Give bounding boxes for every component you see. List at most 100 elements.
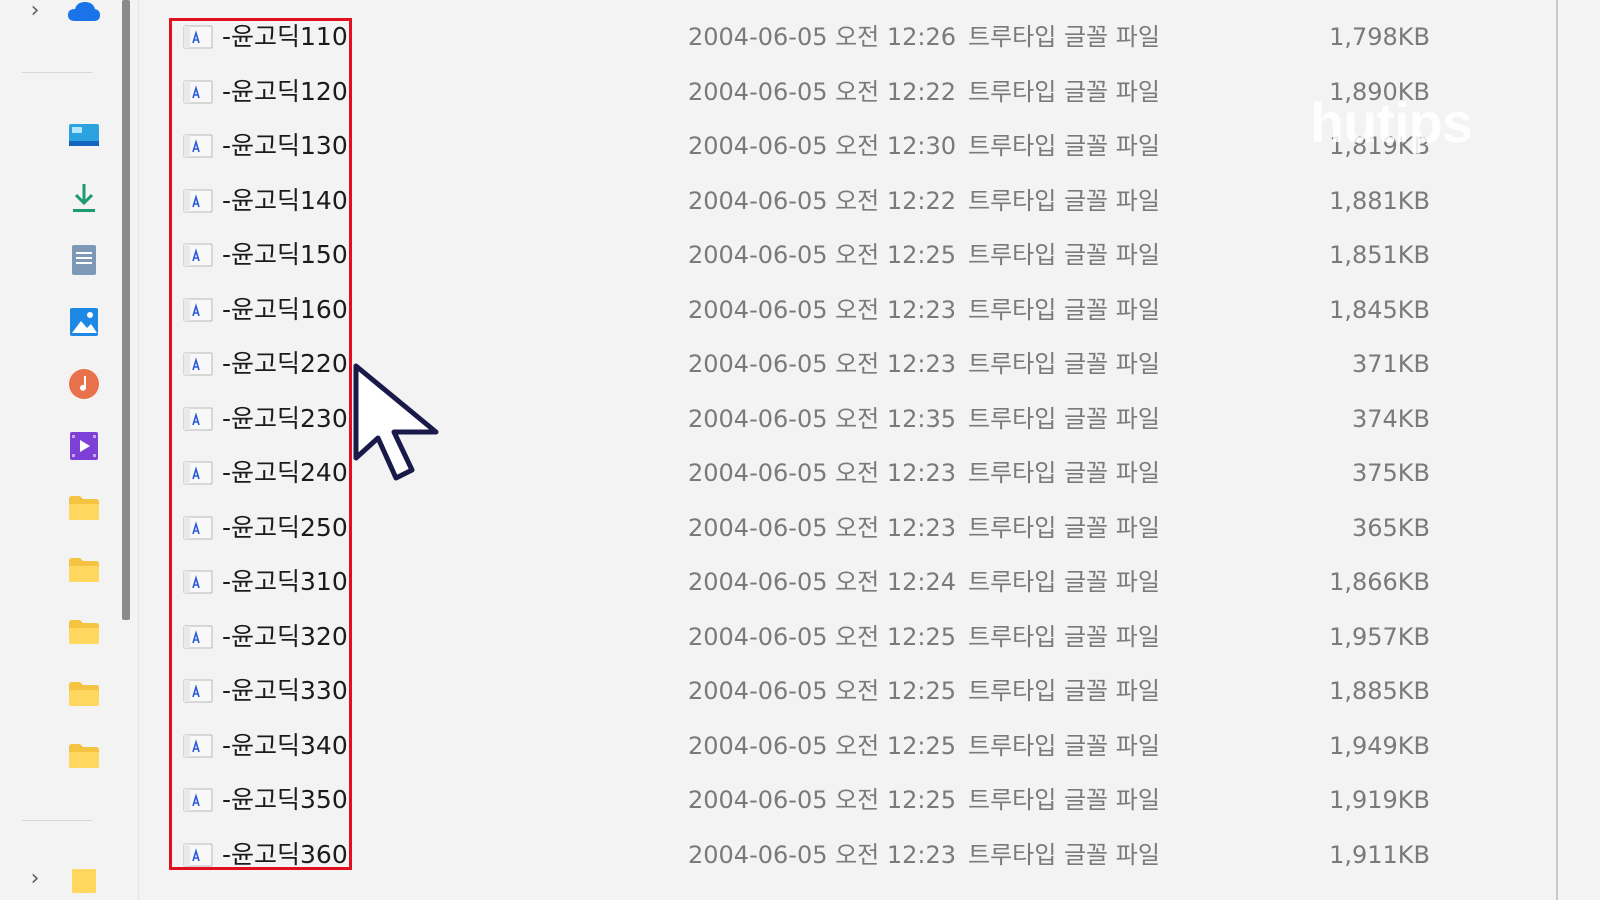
- file-row[interactable]: -윤고딕140 2004-06-05 오전 12:22 트루타입 글꼴 파일 1,88…: [140, 175, 1560, 227]
- file-size: 374KB: [1351, 404, 1430, 433]
- file-name: -윤고딕150: [222, 240, 348, 269]
- folder-icon[interactable]: [66, 552, 102, 588]
- font-file-icon: [183, 843, 213, 866]
- file-type: 트루타입 글꼴 파일: [968, 241, 1160, 269]
- file-modified-date: 2004-06-05 오전 12:24: [688, 568, 957, 596]
- file-modified-date: 2004-06-05 오전 12:25: [688, 677, 957, 705]
- file-size: 1,845KB: [1329, 295, 1430, 324]
- file-type: 트루타입 글꼴 파일: [968, 77, 1160, 106]
- nav-separator: [22, 72, 92, 73]
- downloads-icon[interactable]: [66, 180, 102, 216]
- folder-icon[interactable]: [66, 738, 102, 774]
- expand-chevron-icon[interactable]: ›: [26, 0, 44, 22]
- file-row[interactable]: -윤고딕350 2004-06-05 오전 12:25 트루타입 글꼴 파일 1,91…: [140, 774, 1560, 826]
- file-name: -윤고딕360: [222, 839, 348, 869]
- font-file-icon: [183, 788, 213, 812]
- file-name: -윤고딕220: [222, 349, 348, 378]
- file-row[interactable]: -윤고딕160 2004-06-05 오전 12:23 트루타입 글꼴 파일 1,84…: [140, 284, 1560, 336]
- file-name: -윤고딕340: [222, 730, 348, 760]
- file-modified-date: 2004-06-05 오전 12:22: [688, 186, 957, 215]
- desktop-icon[interactable]: [66, 118, 102, 154]
- file-size: 375KB: [1351, 459, 1430, 487]
- file-row[interactable]: -윤고딕310 2004-06-05 오전 12:24 트루타입 글꼴 파일 1,86…: [140, 556, 1560, 608]
- file-row[interactable]: -윤고딕150 2004-06-05 오전 12:25 트루타입 글꼴 파일 1,85…: [140, 229, 1560, 281]
- mouse-cursor-icon: [353, 363, 439, 481]
- file-row[interactable]: -윤고딕340 2004-06-05 오전 12:25 트루타입 글꼴 파일 1,94…: [140, 720, 1560, 772]
- file-type: 트루타입 글꼴 파일: [968, 840, 1160, 869]
- file-type: 트루타입 글꼴 파일: [968, 295, 1160, 324]
- file-name: -윤고딕330: [222, 676, 348, 705]
- file-type: 트루타입 글꼴 파일: [968, 23, 1160, 51]
- file-modified-date: 2004-06-05 오전 12:25: [688, 786, 957, 814]
- file-type: 트루타입 글꼴 파일: [968, 132, 1160, 160]
- file-row[interactable]: -윤고딕360 2004-06-05 오전 12:23 트루타입 글꼴 파일 1,91…: [140, 829, 1560, 881]
- file-modified-date: 2004-06-05 오전 12:30: [688, 132, 957, 160]
- expand-chevron-icon[interactable]: ›: [26, 868, 44, 890]
- watermark: hutips: [1310, 91, 1473, 154]
- file-type: 트루타입 글꼴 파일: [968, 622, 1160, 651]
- onedrive-cloud-icon[interactable]: [66, 0, 102, 30]
- pictures-icon[interactable]: [66, 304, 102, 340]
- file-modified-date: 2004-06-05 오전 12:35: [688, 404, 957, 433]
- file-type: 트루타입 글꼴 파일: [968, 568, 1160, 596]
- file-row[interactable]: -윤고딕110 2004-06-05 오전 12:26 트루타입 글꼴 파일 1,79…: [140, 11, 1560, 63]
- font-file-icon: [183, 134, 213, 158]
- file-type: 트루타입 글꼴 파일: [968, 731, 1160, 760]
- file-size: 365KB: [1351, 513, 1430, 542]
- file-name: -윤고딕320: [222, 621, 348, 651]
- font-file-icon: [183, 352, 213, 376]
- file-name: -윤고딕130: [222, 131, 348, 160]
- font-file-icon: [183, 679, 213, 703]
- file-row[interactable]: -윤고딕330 2004-06-05 오전 12:25 트루타입 글꼴 파일 1,88…: [140, 665, 1560, 717]
- file-size: 1,798KB: [1329, 23, 1430, 51]
- file-modified-date: 2004-06-05 오전 12:25: [688, 622, 957, 651]
- file-type: 트루타입 글꼴 파일: [968, 677, 1160, 705]
- file-size: 371KB: [1351, 350, 1430, 378]
- file-size: 1,911KB: [1329, 840, 1430, 869]
- file-size: 1,885KB: [1329, 677, 1430, 705]
- videos-icon[interactable]: [66, 428, 102, 464]
- file-modified-date: 2004-06-05 오전 12:22: [688, 77, 957, 106]
- file-size: 1,851KB: [1329, 241, 1430, 269]
- folder-icon[interactable]: [66, 490, 102, 526]
- file-name: -윤고딕120: [222, 76, 348, 106]
- font-file-icon: [183, 407, 213, 430]
- file-modified-date: 2004-06-05 오전 12:23: [688, 840, 957, 869]
- file-row[interactable]: -윤고딕250 2004-06-05 오전 12:23 트루타입 글꼴 파일 365K…: [140, 502, 1560, 554]
- file-type: 트루타입 글꼴 파일: [968, 786, 1160, 814]
- file-type: 트루타입 글꼴 파일: [968, 186, 1160, 215]
- file-name: -윤고딕240: [222, 458, 348, 487]
- file-type: 트루타입 글꼴 파일: [968, 404, 1160, 433]
- file-type: 트루타입 글꼴 파일: [968, 350, 1160, 378]
- file-modified-date: 2004-06-05 오전 12:25: [688, 241, 957, 269]
- font-file-icon: [183, 189, 213, 212]
- nav-scrollbar[interactable]: [122, 0, 130, 620]
- file-size: 1,866KB: [1329, 568, 1430, 596]
- window-right-border: [1556, 0, 1558, 900]
- file-modified-date: 2004-06-05 오전 12:25: [688, 731, 957, 760]
- file-name: -윤고딕230: [222, 403, 348, 433]
- font-file-icon: [183, 298, 213, 321]
- font-file-icon: [183, 243, 213, 267]
- font-file-icon: [183, 461, 213, 485]
- nav-separator: [22, 820, 92, 821]
- pane-divider: [138, 0, 139, 900]
- file-modified-date: 2004-06-05 오전 12:23: [688, 513, 957, 542]
- font-file-icon: [183, 734, 213, 757]
- file-name: -윤고딕350: [222, 785, 348, 814]
- folder-icon[interactable]: [66, 860, 102, 896]
- file-name: -윤고딕250: [222, 512, 348, 542]
- font-file-icon: [183, 570, 213, 594]
- file-name: -윤고딕160: [222, 294, 348, 324]
- file-row[interactable]: -윤고딕320 2004-06-05 오전 12:25 트루타입 글꼴 파일 1,95…: [140, 611, 1560, 663]
- music-icon[interactable]: [66, 366, 102, 402]
- folder-icon[interactable]: [66, 676, 102, 712]
- font-file-icon: [183, 625, 213, 648]
- documents-icon[interactable]: [66, 242, 102, 278]
- file-name: -윤고딕110: [222, 22, 348, 51]
- font-file-icon: [183, 516, 213, 539]
- file-name: -윤고딕310: [222, 567, 348, 596]
- font-file-icon: [183, 80, 213, 103]
- file-modified-date: 2004-06-05 오전 12:23: [688, 459, 957, 487]
- folder-icon[interactable]: [66, 614, 102, 650]
